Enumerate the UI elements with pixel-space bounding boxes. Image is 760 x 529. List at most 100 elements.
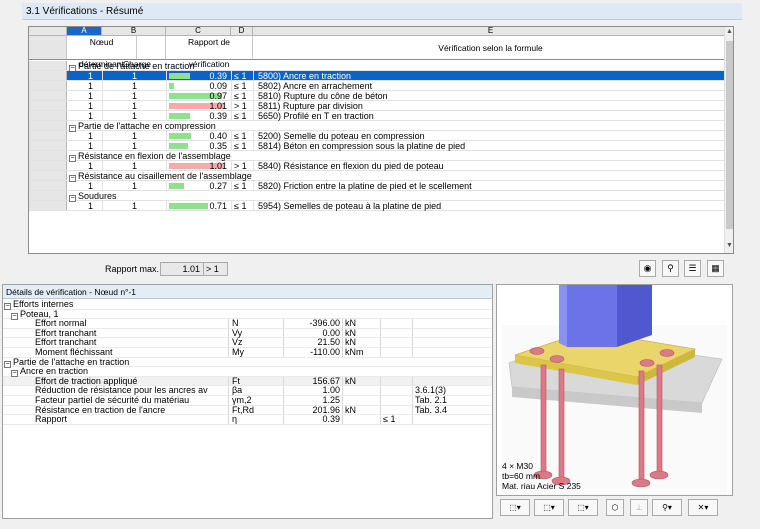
detail-operator [381, 405, 413, 415]
col-letter-a[interactable]: A [67, 27, 102, 36]
ratio-cell: 0.09 [166, 81, 231, 91]
detail-name: Rapport [3, 415, 229, 424]
operator-cell: ≤ 1 [231, 201, 253, 211]
ratio-bar [169, 113, 190, 119]
detail-reference [413, 415, 492, 424]
table-row[interactable]: 1 1 1.01 > 1 5840) Résistance en flexion du … [29, 161, 729, 171]
row-header[interactable] [29, 111, 67, 120]
ratio-bar [169, 73, 190, 79]
col-letter-b[interactable]: B [102, 27, 166, 36]
detail-symbol: Vz [229, 338, 284, 347]
row-header[interactable] [29, 71, 67, 80]
details-title: Détails de vérification - Nœud n°-1 [3, 285, 492, 299]
detail-symbol: βa [229, 386, 284, 395]
detail-value: 21.50 [284, 338, 343, 347]
view-z-icon[interactable]: ⬚▾ [568, 499, 598, 516]
detail-unit: kN [343, 328, 381, 338]
load-cell: 1 [102, 131, 166, 141]
col-letter-c[interactable]: C [166, 27, 231, 36]
scroll-up-icon[interactable]: ▲ [725, 28, 733, 35]
section-row[interactable]: − Partie de l'attache en traction [29, 61, 729, 72]
row-header [29, 191, 67, 200]
section-row[interactable]: − Partie de l'attache en compression [29, 121, 729, 132]
section-title: − Soudures [67, 191, 729, 202]
node-cell: 1 [87, 81, 93, 91]
detail-value: -110.00 [284, 347, 343, 357]
detail-value: 0.39 [284, 415, 343, 424]
table-row[interactable]: 1 1 0.09 ≤ 1 5802) Ancre en arrachement [29, 81, 729, 91]
view-x-icon[interactable]: ⬚▾ [500, 499, 530, 516]
ratio-value: 0.97 [209, 91, 227, 101]
3d-viewer[interactable]: 4 × M30 tb=60 mm Mat. riau Acier S 235 [496, 284, 733, 496]
detail-unit: kN [343, 319, 381, 328]
row-header[interactable] [29, 141, 67, 150]
detail-row[interactable]: Rapport η 0.39 ≤ 1 [3, 415, 492, 425]
detail-operator [381, 338, 413, 347]
detail-operator: ≤ 1 [381, 415, 413, 424]
node-cell: 1 [87, 201, 93, 211]
table-row[interactable]: 1 1 0.39 ≤ 1 5650) Profilé en T en traction [29, 111, 729, 121]
viewer-thickness-label: tb=60 mm [502, 471, 541, 481]
row-header[interactable] [29, 131, 67, 140]
detail-name: Réduction de résistance pour les ancres … [3, 386, 229, 395]
header-load-line1 [137, 37, 165, 59]
filter-icon[interactable]: ⚲ [662, 260, 679, 277]
display-options-icon[interactable]: ✕▾ [688, 499, 718, 516]
table-row[interactable]: 1 1 0.39 ≤ 1 5800) Ancre en traction [29, 71, 729, 81]
detail-symbol: Ft [229, 376, 284, 386]
load-cell: 1 [102, 91, 166, 101]
detail-group: − Partie de l'attache en traction [3, 357, 492, 368]
row-header[interactable] [29, 161, 67, 170]
row-header[interactable] [29, 201, 67, 210]
table-settings-icon[interactable]: ☰ [684, 260, 701, 277]
load-cell: 1 [102, 161, 166, 171]
scroll-down-icon[interactable]: ▼ [725, 242, 733, 249]
section-row[interactable]: − Résistance au cisaillement de l'assembl… [29, 171, 729, 182]
detail-operator [381, 319, 413, 328]
detail-unit [343, 415, 381, 424]
detail-symbol: η [229, 415, 284, 424]
detail-unit: kN [343, 405, 381, 415]
row-header[interactable] [29, 81, 67, 90]
detail-name: Effort tranchant [3, 338, 229, 347]
table-row[interactable]: 1 1 0.71 ≤ 1 5954) Semelles de poteau à la p… [29, 201, 729, 211]
table-row[interactable]: 1 1 0.27 ≤ 1 5820) Friction entre la platine… [29, 181, 729, 191]
detail-reference: 3.6.1(3) [415, 385, 447, 396]
detail-group-row[interactable]: − Efforts internes [3, 299, 492, 310]
vertical-scrollbar[interactable]: ▲ ▼ [724, 27, 733, 253]
row-header [29, 151, 67, 160]
eye-icon[interactable]: ◉ [639, 260, 656, 277]
scroll-thumb[interactable] [726, 41, 733, 229]
formula-cell: 5650) Profilé en T en traction [253, 111, 729, 121]
formula-cell: 5200) Semelle du poteau en compression [253, 131, 729, 141]
header-load: Charge [123, 36, 166, 69]
table-row[interactable]: 1 1 0.40 ≤ 1 5200) Semelle du poteau en comp… [29, 131, 729, 141]
ratio-value: 0.40 [209, 131, 227, 141]
axes-icon[interactable]: ⊥ [630, 499, 648, 516]
ratio-bar [169, 203, 208, 209]
row-header[interactable] [29, 91, 67, 100]
iso-view-icon[interactable]: ⬡ [606, 499, 624, 516]
export-excel-icon[interactable]: ▦ [707, 260, 724, 277]
ratio-bar [169, 133, 191, 139]
table-row[interactable]: 1 1 0.35 ≤ 1 5814) Béton en compression sous… [29, 141, 729, 151]
table-row[interactable]: 1 1 1.01 > 1 5811) Rupture par division [29, 101, 729, 111]
row-header[interactable] [29, 181, 67, 190]
col-letter-d[interactable]: D [231, 27, 253, 36]
max-ratio-label: Rapport max. : [105, 264, 165, 274]
detail-row[interactable]: Résistance en traction de l'ancre Ft,Rd 20… [3, 405, 492, 416]
ratio-value: 0.27 [209, 181, 227, 191]
section-label: Partie de l'attache en traction [78, 61, 195, 71]
ratio-cell: 0.39 [166, 71, 231, 81]
zoom-icon[interactable]: ⚲▾ [652, 499, 682, 516]
detail-value: 1.00 [284, 386, 343, 395]
view-y-icon[interactable]: ⬚▾ [534, 499, 564, 516]
section-row[interactable]: − Résistance en flexion de l'assemblage [29, 151, 729, 162]
row-header[interactable] [29, 101, 67, 110]
table-row[interactable]: 1 1 0.97 ≤ 1 5810) Rupture du cône de béton [29, 91, 729, 101]
load-cell: 1 [102, 201, 166, 211]
ratio-cell: 0.97 [166, 91, 231, 101]
col-letter-e[interactable]: E [253, 27, 729, 36]
section-row[interactable]: − Soudures [29, 191, 729, 202]
detail-symbol: My [229, 347, 284, 357]
